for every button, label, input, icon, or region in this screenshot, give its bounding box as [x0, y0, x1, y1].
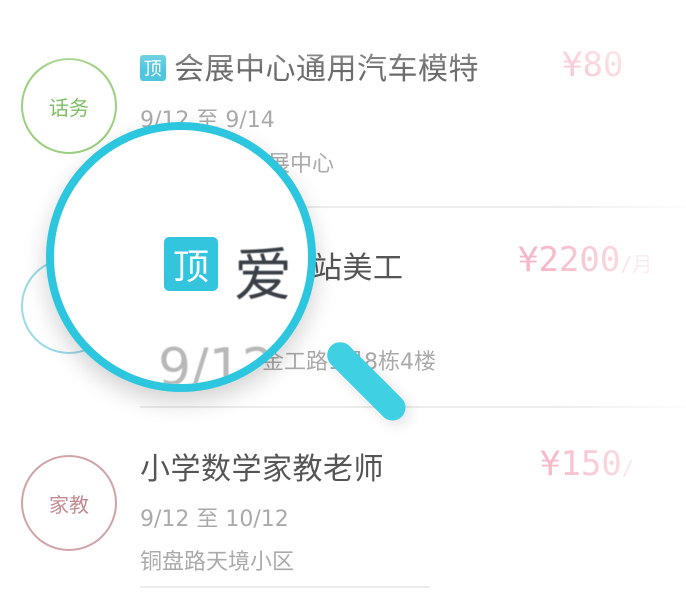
- row-divider: [140, 406, 686, 408]
- job-price: ¥80: [562, 45, 623, 85]
- job-title: 站美工: [312, 251, 404, 286]
- job-title: 小学数学家教老师: [140, 452, 384, 487]
- price-value: ¥2200: [518, 240, 621, 280]
- price-unit: /: [621, 456, 634, 480]
- lens-top-badge: 顶: [164, 237, 218, 291]
- lens-date-text: 9/12: [158, 338, 275, 392]
- job-dates: 9/12 至 10/12: [140, 507, 289, 532]
- row-divider: [140, 586, 430, 588]
- job-price: ¥2200/月: [518, 240, 652, 280]
- category-badge-business: 话务: [21, 58, 117, 154]
- magnifier-lens: 顶 爱 9/12: [46, 122, 316, 392]
- job-title: 顶会展中心通用汽车模特: [140, 44, 479, 88]
- job-title-text: 会展中心通用汽车模特: [174, 52, 479, 87]
- lens-title-text: 爱: [234, 241, 293, 309]
- job-location: 铜盘路天境小区: [140, 550, 295, 575]
- job-row-3[interactable]: 家教 小学数学家教老师 9/12 至 10/12 铜盘路天境小区 ¥150/: [0, 410, 686, 610]
- job-price: ¥150/: [540, 444, 634, 484]
- price-unit: /月: [620, 252, 653, 276]
- price-value: ¥150: [540, 444, 622, 484]
- category-badge-tutor: 家教: [21, 455, 117, 551]
- top-badge: 顶: [140, 54, 166, 81]
- price-value: ¥80: [562, 45, 624, 85]
